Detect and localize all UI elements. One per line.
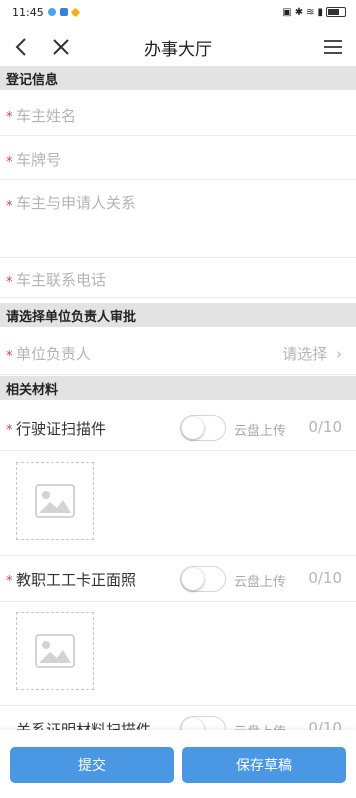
required-mark: * [6,275,13,290]
image-upload-slot[interactable] [16,612,94,690]
unit-leader-select[interactable]: 请选择 › [282,343,342,364]
material-label: 行驶证扫描件 [16,420,107,438]
app-notification-icon [70,7,81,17]
image-placeholder-icon [35,484,75,518]
close-icon[interactable] [46,32,76,62]
signal-icon: ▮ [317,6,323,18]
material-row: * 教职工工卡正面照 云盘上传 0/10 [0,556,356,602]
bluetooth-icon: ✱ [294,6,304,18]
battery-icon [326,7,346,17]
plate-number-field[interactable]: * 车牌号 [0,136,356,180]
owner-name-field[interactable]: * 车主姓名 [0,90,356,136]
required-mark: * [6,574,13,589]
unit-leader-field[interactable]: * 单位负责人 请选择 › [0,331,356,375]
bottom-action-bar: 提交 保存草稿 [0,730,356,798]
required-mark: * [6,110,13,125]
cloud-upload-label: 云盘上传 [234,424,287,439]
cloud-upload-label: 云盘上传 [234,575,287,590]
image-upload-slot[interactable] [16,462,94,540]
section-materials-header: 相关材料 [0,376,356,400]
owner-phone-label: 车主联系电话 [16,271,107,289]
image-placeholder-icon [35,634,75,668]
relation-field[interactable]: * 车主与申请人关系 [0,180,356,258]
status-time: 11:45 [12,5,44,19]
relation-label: 车主与申请人关系 [16,194,137,212]
required-mark: * [6,199,13,214]
upload-count: 0/10 [308,418,342,436]
app-notification-icon [47,8,56,16]
unit-leader-placeholder: 请选择 [282,345,328,363]
required-mark: * [6,349,13,364]
plate-number-label: 车牌号 [16,151,62,169]
material-label: 教职工工卡正面照 [16,571,137,589]
section-register-header: 登记信息 [0,66,356,90]
cloud-upload-toggle[interactable] [180,566,226,592]
save-draft-button[interactable]: 保存草稿 [182,747,346,783]
owner-name-label: 车主姓名 [16,107,77,125]
section-approver-header: 请选择单位负责人审批 [0,303,356,327]
submit-button[interactable]: 提交 [10,747,174,783]
back-icon[interactable] [6,32,36,62]
required-mark: * [6,155,13,170]
status-bar: 11:45 ▣ ✱ ≋ ▮ [0,0,356,24]
chevron-right-icon: › [336,345,342,363]
required-mark: * [6,423,13,438]
owner-phone-field[interactable]: * 车主联系电话 [0,258,356,298]
nav-bar: 办事大厅 [0,24,356,70]
menu-icon[interactable] [318,32,348,62]
upload-count: 0/10 [308,569,342,587]
cloud-upload-toggle[interactable] [180,415,226,441]
wifi-icon: ≋ [306,6,315,18]
material-row: * 行驶证扫描件 云盘上传 0/10 [0,405,356,451]
app-notification-icon [59,8,68,16]
unit-leader-label: 单位负责人 [16,345,92,363]
vibrate-icon: ▣ [282,6,292,18]
